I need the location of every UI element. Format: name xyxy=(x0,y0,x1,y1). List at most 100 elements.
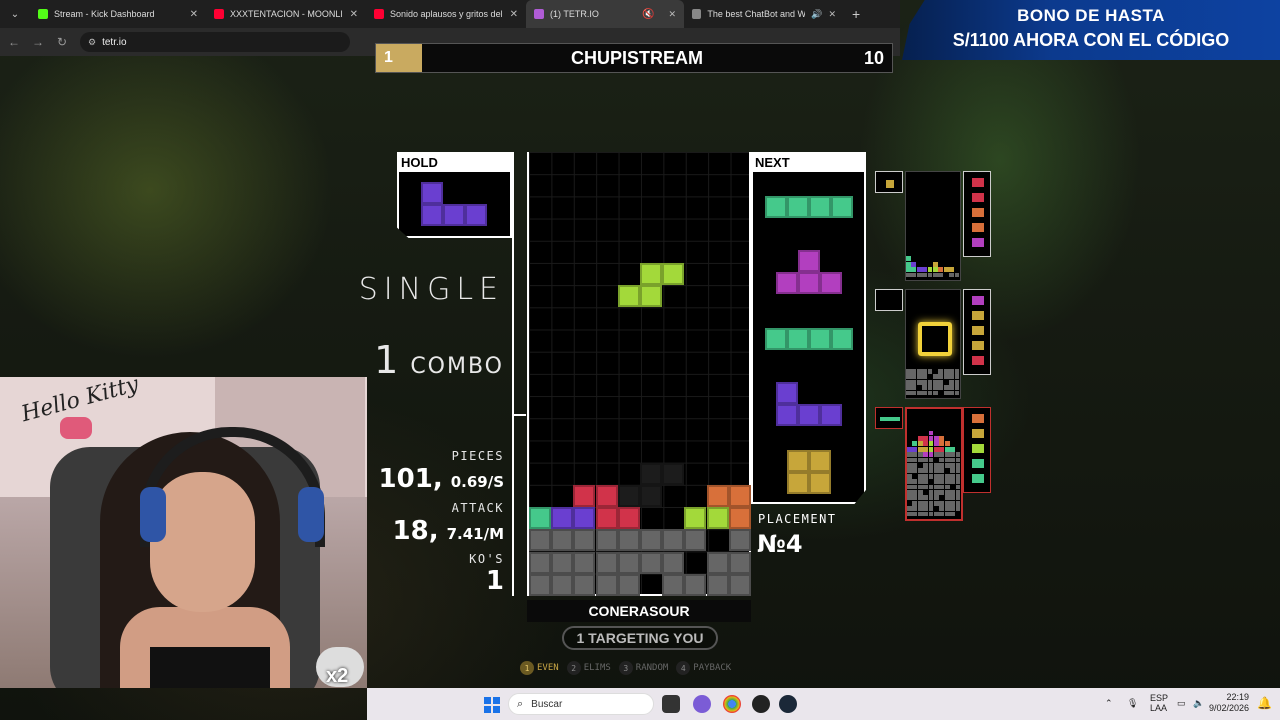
forward-icon[interactable]: → xyxy=(28,35,48,49)
hold-mino xyxy=(465,204,487,226)
mode-random[interactable]: 3 RANDOM xyxy=(618,660,669,676)
opponent-mino xyxy=(911,261,917,267)
network-icon[interactable]: ▭ xyxy=(1177,698,1186,709)
windows-taskbar: ⌕ Buscar ⌃ 🎙 ESP LAA ▭ 🔈 22:19 9/02/2026 … xyxy=(367,688,1280,720)
opponent-mino xyxy=(922,379,928,385)
opponent-mino xyxy=(922,390,928,396)
notification-icon[interactable]: 🔔 xyxy=(1257,696,1272,710)
opponent-mino xyxy=(928,446,934,452)
close-icon[interactable]: ✕ xyxy=(828,9,836,20)
kos-label: KO'S xyxy=(469,552,504,566)
next-mino xyxy=(776,382,798,404)
streamer-top xyxy=(150,647,270,688)
muted-icon[interactable]: 🔇 xyxy=(642,9,654,20)
address-bar[interactable]: ⚙ tetr.io xyxy=(80,32,350,52)
tab-chatbot[interactable]: The best ChatBot and Widg 🔊 ✕ xyxy=(684,0,844,28)
back-icon[interactable]: ← xyxy=(4,35,24,49)
mode-label: ELIMS xyxy=(583,663,611,673)
close-icon[interactable]: ✕ xyxy=(510,9,518,20)
garbage-mino xyxy=(706,573,729,596)
opponent-mino xyxy=(934,436,939,441)
garbage-mino xyxy=(551,529,574,552)
promo-banner: BONO DE HASTA S/1100 AHORA CON EL CÓDIGO xyxy=(902,0,1280,60)
opponent-mino xyxy=(944,473,950,479)
mode-label: RANDOM xyxy=(635,663,669,673)
attack-label: ATTACK xyxy=(451,501,504,515)
new-tab-button[interactable]: + xyxy=(852,6,860,22)
file-explorer-icon[interactable] xyxy=(662,695,680,713)
garbage-mino xyxy=(640,551,662,574)
opponent-next-piece xyxy=(972,459,984,468)
audio-icon[interactable]: 🔊 xyxy=(811,9,822,20)
opponent-mino xyxy=(950,452,956,458)
tab-youtube-moonlight[interactable]: XXXTENTACION - MOONLIGHT ✕ xyxy=(206,0,366,28)
hold-label: HOLD xyxy=(399,154,510,172)
opponent-mino xyxy=(923,511,929,517)
opponent-mino xyxy=(907,479,912,485)
opponent-mino xyxy=(944,490,950,495)
opponent-mino xyxy=(928,452,934,458)
taskbar-search[interactable]: ⌕ Buscar xyxy=(508,693,654,715)
tab-youtube-aplausos[interactable]: Sonido aplausos y gritos del pu ✕ xyxy=(366,0,526,28)
opponent-mino xyxy=(943,369,949,374)
chrome-icon[interactable] xyxy=(723,695,741,713)
tab-tetrio[interactable]: (1) TETR.IO 🔇 ✕ xyxy=(526,0,684,28)
opponent-mino xyxy=(917,457,923,463)
mode-elims[interactable]: 2 ELIMS xyxy=(566,660,611,676)
tab-kick-dashboard[interactable]: Stream - Kick Dashboard ✕ xyxy=(30,0,206,28)
opponent-mino xyxy=(934,452,939,458)
garbage-mino xyxy=(728,551,751,574)
garbage-mino xyxy=(662,551,685,574)
opponent-mino xyxy=(934,511,939,517)
opponent-mino xyxy=(950,495,956,501)
opponent-mino xyxy=(944,446,950,452)
opponent-mino xyxy=(928,457,934,463)
garbage-mino xyxy=(595,573,618,596)
tab-search-icon[interactable]: ⌄ xyxy=(4,3,26,25)
discord-icon[interactable] xyxy=(693,695,711,713)
steam-icon[interactable] xyxy=(779,695,797,713)
opponent-mino xyxy=(923,463,929,468)
opponent-mino xyxy=(923,452,929,458)
close-icon[interactable]: ✕ xyxy=(190,9,198,20)
headset-ear-right xyxy=(298,487,324,542)
volume-icon[interactable]: 🔈 xyxy=(1193,698,1204,709)
opponent-mino xyxy=(927,379,933,385)
chevron-up-icon[interactable]: ⌃ xyxy=(1105,698,1113,709)
opponent-mino xyxy=(928,430,934,436)
tab-title: The best ChatBot and Widg xyxy=(707,9,806,19)
opponent-mino xyxy=(907,468,912,474)
opponent-mino xyxy=(928,495,934,501)
language-indicator[interactable]: ESP LAA xyxy=(1150,693,1168,713)
site-settings-icon[interactable]: ⚙ xyxy=(88,37,96,48)
taskbar-clock[interactable]: 22:19 9/02/2026 xyxy=(1209,692,1249,714)
reload-icon[interactable]: ↻ xyxy=(52,35,72,49)
close-icon[interactable]: ✕ xyxy=(350,9,358,20)
bow-decoration xyxy=(60,417,92,439)
pieces-rate: 0.69/S xyxy=(450,473,504,491)
opponent-mino xyxy=(949,385,955,391)
garbage-mino xyxy=(573,551,596,574)
opponent-mino xyxy=(923,468,929,474)
opponent-mino xyxy=(939,506,945,512)
windows-start-icon[interactable] xyxy=(484,697,500,713)
mode-payback[interactable]: 4 PAYBACK xyxy=(676,660,731,676)
combo-count: 1 xyxy=(374,338,399,382)
microphone-icon[interactable]: 🎙 xyxy=(1127,698,1138,709)
opponent-mino xyxy=(950,473,956,479)
opponent-mino xyxy=(944,511,950,517)
mode-even[interactable]: 1 EVEN xyxy=(520,660,559,676)
opponent-mino xyxy=(911,267,917,273)
opponent-mino xyxy=(906,256,911,262)
close-icon[interactable]: ✕ xyxy=(668,9,676,20)
opponent-2-next xyxy=(963,289,991,375)
garbage-mino xyxy=(595,529,618,552)
opponent-mino xyxy=(955,468,961,474)
obs-icon[interactable] xyxy=(752,695,770,713)
opponent-mino xyxy=(923,446,929,452)
chatbot-icon xyxy=(692,9,702,19)
opponent-mino xyxy=(927,385,933,391)
lang-layout: LAA xyxy=(1150,703,1168,713)
next-queue: NEXT xyxy=(751,152,866,504)
opponent-mino xyxy=(950,490,956,495)
